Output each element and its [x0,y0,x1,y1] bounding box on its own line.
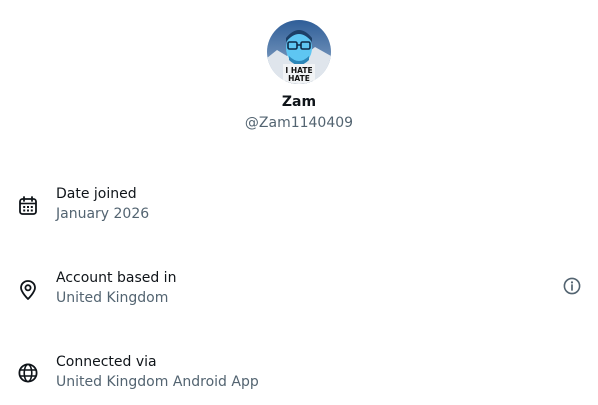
date-joined-label: Date joined [56,186,137,202]
location-pin-icon [17,279,39,301]
info-icon[interactable] [562,276,582,296]
connected-via-value: United Kingdom Android App [56,374,259,390]
avatar-image: I HATE HATE [267,20,331,84]
date-joined-value: January 2026 [56,206,150,222]
about-row-account-based-in: Account based in United Kingdom [0,268,598,312]
calendar-icon [17,195,39,217]
user-handle: @Zam1140409 [244,115,354,131]
about-row-date-joined: Date joined January 2026 [0,184,598,228]
display-name: Zam [281,94,317,110]
globe-icon [17,362,39,384]
account-based-in-value: United Kingdom [56,290,169,306]
about-row-connected-via: Connected via United Kingdom Android App [0,352,598,396]
avatar[interactable]: I HATE HATE [267,20,331,84]
profile-header: I HATE HATE Zam @Zam1140409 [0,0,598,140]
account-based-in-label: Account based in [56,270,177,286]
connected-via-label: Connected via [56,354,157,370]
svg-text:HATE: HATE [288,74,310,83]
